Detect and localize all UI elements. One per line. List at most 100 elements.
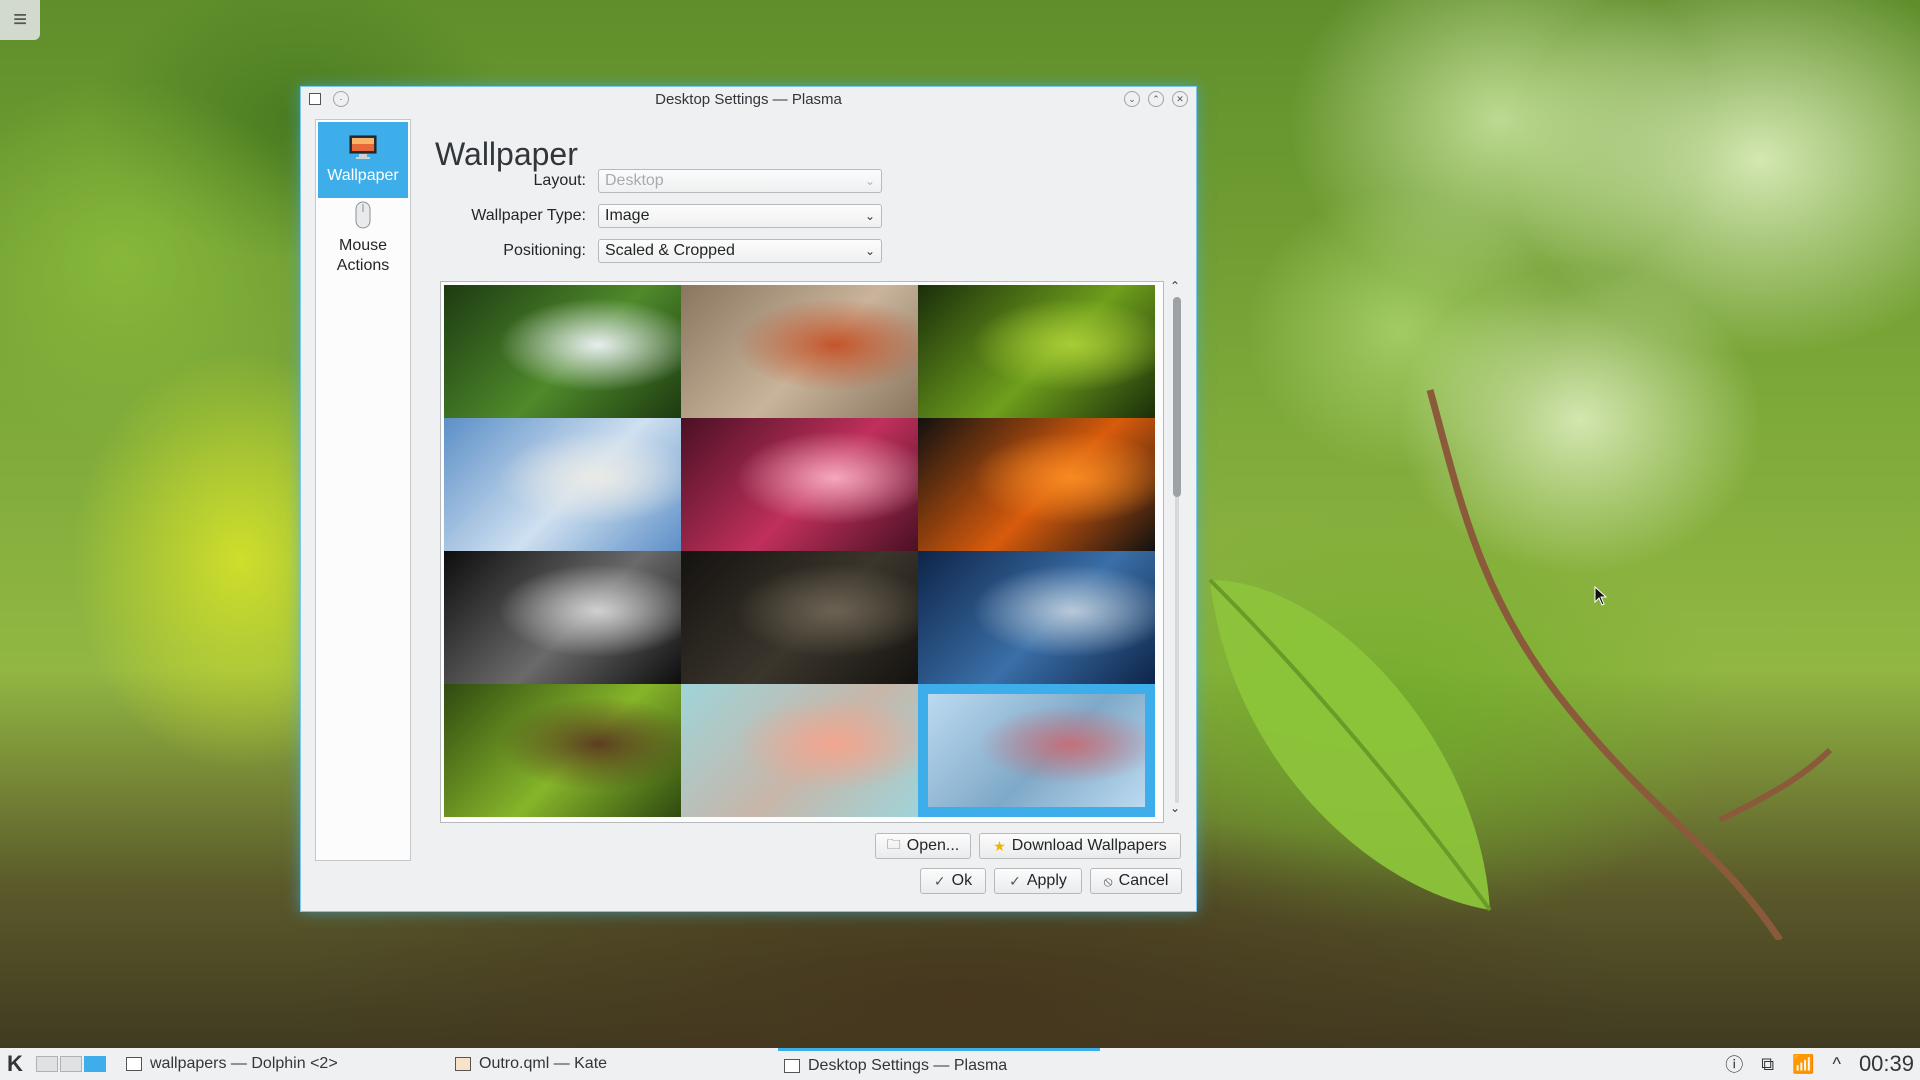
settings-window-icon <box>784 1058 800 1073</box>
ok-button-label: Ok <box>951 872 973 889</box>
wallpaper-grid-view[interactable] <box>440 281 1164 823</box>
layout-label: Layout: <box>533 172 586 189</box>
positioning-combobox[interactable]: Scaled & Cropped ⌄ <box>598 239 882 263</box>
grass-plume-wallpaper <box>928 694 1145 807</box>
application-launcher-icon[interactable]: K <box>0 1048 30 1080</box>
clock[interactable]: 00:39 <box>1859 1051 1914 1077</box>
white-flower-wallpaper <box>444 285 681 418</box>
task-kate[interactable]: Outro.qml — Kate <box>455 1048 607 1080</box>
positioning-value: Scaled & Cropped <box>605 242 735 259</box>
star-icon: ★ <box>993 837 1006 854</box>
open-button[interactable]: 🗀 Open... <box>875 833 971 859</box>
wallpaper-thumbnail-pink-flower-wallpaper[interactable] <box>681 418 918 551</box>
wallpaper-grid <box>444 285 1155 817</box>
text-editor-icon <box>455 1057 471 1071</box>
task-label: Desktop Settings — Plasma <box>808 1056 1008 1074</box>
beach-palm-wallpaper <box>444 418 681 551</box>
green-leaf-wallpaper <box>918 285 1155 418</box>
task-dolphin[interactable]: wallpapers — Dolphin <2> <box>126 1048 338 1080</box>
wallpaper-thumbnail-green-plants-wallpaper[interactable] <box>444 684 681 817</box>
orange-leaf-wallpaper <box>918 418 1155 551</box>
page-title: Wallpaper <box>435 136 578 173</box>
sidebar-item-label: Mouse Actions <box>336 237 390 274</box>
clipboard-icon[interactable]: ⧉ <box>1761 1054 1774 1075</box>
minimize-icon[interactable]: ⌄ <box>1124 91 1140 107</box>
download-wallpapers-button[interactable]: ★ Download Wallpapers <box>979 833 1181 859</box>
system-tray: ⓘ ⧉ 📶 ^ 00:39 <box>1725 1048 1920 1080</box>
chevron-down-icon: ⌄ <box>864 244 875 258</box>
expand-tray-icon[interactable]: ^ <box>1832 1054 1840 1075</box>
pager-desktop-3[interactable] <box>84 1056 106 1072</box>
cancel-icon: ⦸ <box>1103 872 1113 889</box>
monitor-icon <box>349 135 377 159</box>
download-button-label: Download Wallpapers <box>1011 837 1167 854</box>
cancel-button[interactable]: ⦸ Cancel <box>1090 868 1182 894</box>
window-titlebar[interactable]: · Desktop Settings — Plasma ⌄ ⌃ ✕ <box>301 87 1196 111</box>
scrollbar-thumb[interactable] <box>1173 297 1181 497</box>
maximize-icon[interactable]: ⌃ <box>1148 91 1164 107</box>
open-button-label: Open... <box>906 837 960 854</box>
checkmark-icon: ✓ <box>1009 872 1021 889</box>
wallpaper-leaf <box>1208 578 1492 912</box>
scroll-up-icon[interactable]: ⌃ <box>1170 279 1180 293</box>
wallpaper-type-label: Wallpaper Type: <box>471 207 586 224</box>
green-plants-wallpaper <box>444 684 681 817</box>
lizard-wallpaper <box>681 285 918 418</box>
pager-desktop-1[interactable] <box>36 1056 58 1072</box>
virtual-desktop-pager[interactable] <box>36 1056 106 1072</box>
task-desktop-settings[interactable]: Desktop Settings — Plasma <box>778 1048 1100 1080</box>
apply-button[interactable]: ✓ Apply <box>994 868 1082 894</box>
chevron-down-icon: ⌄ <box>864 209 875 223</box>
cancel-button-label: Cancel <box>1118 872 1169 889</box>
task-label: Outro.qml — Kate <box>479 1055 608 1072</box>
mouse-cursor-icon <box>1594 586 1608 606</box>
sidebar-item-mouse-actions[interactable]: Mouse Actions <box>318 200 408 276</box>
wallpaper-thumbnail-pastel-geometric-wallpaper[interactable] <box>681 684 918 817</box>
wallpaper-type-combobox[interactable]: Image ⌄ <box>598 204 882 228</box>
dew-leaf-wallpaper <box>681 551 918 684</box>
notifications-icon[interactable]: ⓘ <box>1725 1051 1743 1077</box>
window-menu-icon[interactable] <box>309 93 321 105</box>
wallpaper-thumbnail-lizard-wallpaper[interactable] <box>681 285 918 418</box>
pastel-geometric-wallpaper <box>681 684 918 817</box>
chevron-down-icon: ⌄ <box>864 174 875 188</box>
desktop-settings-dialog: · Desktop Settings — Plasma ⌄ ⌃ ✕ Wallpa… <box>300 86 1197 912</box>
apply-button-label: Apply <box>1026 872 1067 889</box>
positioning-label: Positioning: <box>503 242 586 259</box>
desktop-toolbox-hamburger-icon[interactable]: ≡ <box>0 0 40 40</box>
wallpaper-thumbnail-blue-wave-wallpaper[interactable] <box>918 551 1155 684</box>
folder-icon <box>126 1057 142 1071</box>
wallpaper-thumbnail-dew-leaf-wallpaper[interactable] <box>681 551 918 684</box>
wallpaper-thumbnail-beach-palm-wallpaper[interactable] <box>444 418 681 551</box>
pager-desktop-2[interactable] <box>60 1056 82 1072</box>
sidebar-item-label: Wallpaper <box>327 167 399 184</box>
settings-sidebar: Wallpaper Mouse Actions <box>315 119 411 861</box>
scroll-down-icon[interactable]: ⌄ <box>1170 801 1180 815</box>
sidebar-item-wallpaper[interactable]: Wallpaper <box>318 122 408 198</box>
wallpaper-thumbnail-keyboard-wallpaper[interactable] <box>444 551 681 684</box>
close-icon[interactable]: ✕ <box>1172 91 1188 107</box>
keyboard-wallpaper <box>444 551 681 684</box>
keep-above-icon[interactable]: · <box>333 91 349 107</box>
pink-flower-wallpaper <box>681 418 918 551</box>
layout-value: Desktop <box>605 172 664 189</box>
blue-wave-wallpaper <box>918 551 1155 684</box>
layout-combobox: Desktop ⌄ <box>598 169 882 193</box>
wallpaper-type-value: Image <box>605 207 650 224</box>
folder-open-icon: 🗀 <box>886 836 901 852</box>
mouse-icon <box>355 201 371 229</box>
wallpaper-type-row: Wallpaper Type: Image ⌄ <box>431 204 882 228</box>
wallpaper-thumbnail-grass-plume-wallpaper[interactable] <box>918 684 1155 817</box>
positioning-row: Positioning: Scaled & Cropped ⌄ <box>431 239 882 263</box>
wifi-icon[interactable]: 📶 <box>1792 1054 1814 1075</box>
window-title: Desktop Settings — Plasma <box>655 90 842 108</box>
task-label: wallpapers — Dolphin <2> <box>150 1055 338 1072</box>
wallpaper-thumbnail-green-leaf-wallpaper[interactable] <box>918 285 1155 418</box>
layout-row: Layout: Desktop ⌄ <box>431 169 882 193</box>
wallpaper-thumbnail-white-flower-wallpaper[interactable] <box>444 285 681 418</box>
wallpaper-scrollbar[interactable]: ⌃ ⌄ <box>1167 279 1187 821</box>
ok-button[interactable]: ✓ Ok <box>920 868 986 894</box>
checkmark-icon: ✓ <box>933 872 946 889</box>
wallpaper-thumbnail-orange-leaf-wallpaper[interactable] <box>918 418 1155 551</box>
taskbar: K wallpapers — Dolphin <2> Outro.qml — K… <box>0 1048 1920 1080</box>
